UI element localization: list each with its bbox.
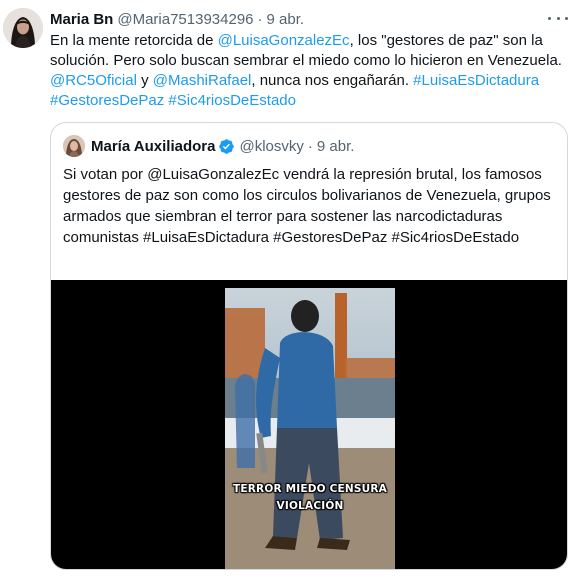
video-media[interactable]: TERROR MIEDO CENSURA VIOLACIÓN: [51, 280, 567, 569]
tweet-text-segment: , nunca nos engañarán.: [251, 72, 414, 89]
quoted-tweet-header: María Auxiliadora @klosvky · 9 abr.: [63, 135, 354, 157]
video-caption-line1: TERROR MIEDO CENSURA: [233, 483, 387, 495]
author-name[interactable]: Maria Bn: [50, 11, 113, 28]
verified-badge-icon: [219, 138, 235, 154]
more-horizontal-icon[interactable]: [548, 10, 568, 26]
quoted-author-name[interactable]: María Auxiliadora: [91, 138, 215, 155]
tweet-text: En la mente retorcida de @LuisaGonzalezE…: [50, 31, 570, 111]
separator-dot: ·: [257, 10, 263, 28]
hashtag-link[interactable]: #LuisaEsDictadura: [413, 72, 539, 89]
tweet-date[interactable]: 9 abr.: [267, 11, 305, 28]
hashtag-link[interactable]: #GestoresDePaz: [50, 92, 164, 109]
hashtag-link[interactable]: #Sic4riosDeEstado: [168, 92, 296, 109]
mention-link[interactable]: @MashiRafael: [153, 72, 252, 89]
quoted-tweet[interactable]: María Auxiliadora @klosvky · 9 abr. Si v…: [50, 122, 568, 570]
tweet[interactable]: Maria Bn @Maria7513934296 · 9 abr. En la…: [0, 0, 580, 582]
quoted-tweet-text: Si votan por @LuisaGonzalezEc vendrá la …: [63, 166, 551, 246]
tweet-header: Maria Bn @Maria7513934296 · 9 abr.: [50, 9, 304, 29]
quoted-author-avatar[interactable]: [63, 135, 85, 157]
author-avatar[interactable]: [3, 8, 43, 48]
mention-link[interactable]: @RC5Oficial: [50, 72, 137, 89]
mention-link[interactable]: @LuisaGonzalezEc: [218, 32, 350, 49]
quoted-tweet-date[interactable]: 9 abr.: [317, 138, 355, 155]
tweet-text-segment: En la mente retorcida de: [50, 32, 218, 49]
tweet-text-segment: y: [136, 72, 153, 89]
video-caption-line2: VIOLACIÓN: [276, 500, 344, 512]
quoted-separator-dot: ·: [307, 137, 313, 155]
video-still-image: [225, 288, 395, 569]
video-frame[interactable]: TERROR MIEDO CENSURA VIOLACIÓN: [225, 288, 395, 569]
quoted-author-handle[interactable]: @klosvky: [239, 138, 303, 155]
author-handle[interactable]: @Maria7513934296: [117, 11, 253, 28]
